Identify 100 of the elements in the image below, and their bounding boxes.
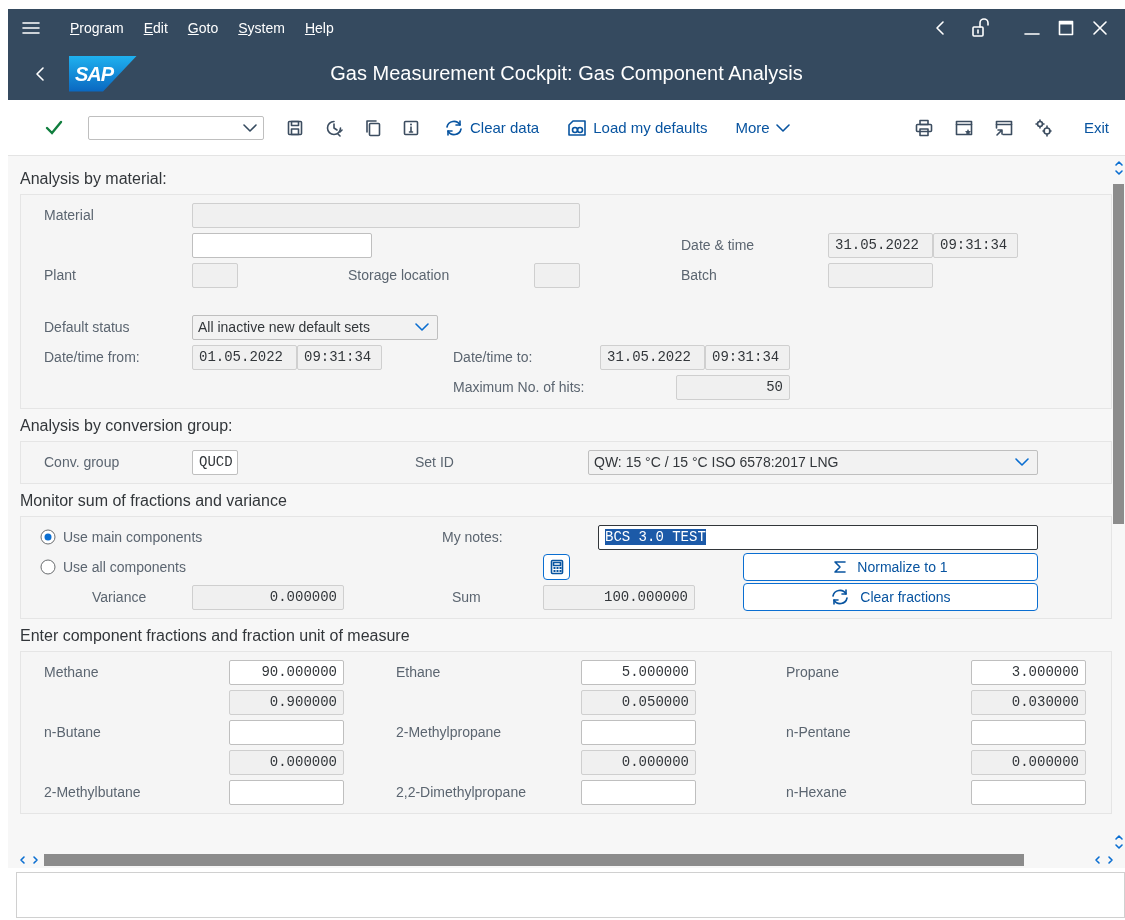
scroll-arrows-icon[interactable]: [1093, 855, 1115, 865]
input-field[interactable]: 50: [676, 374, 790, 400]
input-field[interactable]: 01.05.2022: [192, 344, 297, 370]
input-field[interactable]: 90.000000: [229, 659, 344, 685]
refresh-icon: [444, 118, 464, 137]
field-label: My notes:: [442, 529, 504, 545]
radio-icon[interactable]: [40, 559, 56, 575]
copy-icon[interactable]: [365, 118, 381, 137]
chevron-down-icon: [243, 122, 257, 133]
maximize-icon[interactable]: [1058, 20, 1074, 36]
input-field[interactable]: 0.900000: [229, 689, 344, 715]
input-field[interactable]: [581, 779, 696, 805]
scroll-arrows-icon[interactable]: [18, 855, 40, 865]
settings-icon[interactable]: [1035, 118, 1053, 137]
confirm-check-icon[interactable]: [45, 119, 63, 136]
menu-item[interactable]: Help: [294, 17, 344, 39]
chevron-down-icon: [775, 122, 790, 133]
padlock-icon[interactable]: [971, 18, 989, 38]
field-label: Set ID: [415, 454, 455, 470]
field-label: Sum: [452, 589, 482, 605]
save-icon[interactable]: [287, 119, 303, 136]
dropdown[interactable]: QW: 15 °C / 15 °C ISO 6578:2017 LNG: [588, 449, 1038, 475]
field-label: n-Hexane: [786, 784, 848, 800]
field-label: Plant: [44, 267, 77, 283]
field-label: Default status: [44, 319, 131, 335]
scroll-arrows-icon[interactable]: [1113, 158, 1124, 178]
info-icon[interactable]: [403, 119, 419, 136]
scroll-arrows-icon[interactable]: [1113, 832, 1124, 852]
field-label: n-Butane: [44, 724, 102, 740]
input-field[interactable]: [229, 719, 344, 745]
field-label: Date/time from:: [44, 349, 141, 365]
input-field[interactable]: [828, 262, 933, 288]
toolbar-button[interactable]: Load my defaults: [565, 116, 710, 139]
command-field[interactable]: [88, 115, 264, 140]
field-label: Date & time: [681, 237, 756, 253]
close-icon[interactable]: [1092, 20, 1108, 36]
logo: SAP: [69, 55, 137, 92]
input-field[interactable]: 0.000000: [229, 749, 344, 775]
toolbar-button[interactable]: Clear data: [442, 116, 542, 139]
input-field[interactable]: 0.000000: [581, 749, 696, 775]
menu-icon[interactable]: [22, 21, 40, 35]
window-arrow-icon[interactable]: [995, 118, 1013, 137]
input-field[interactable]: 31.05.2022: [828, 232, 933, 258]
field-label: Methane: [44, 664, 100, 680]
history-icon[interactable]: [325, 118, 343, 137]
section-title: Enter component fractions and fraction unit of measure: [20, 627, 411, 645]
input-field[interactable]: [192, 262, 238, 288]
radio-button[interactable]: Use all components: [40, 559, 300, 575]
back-icon[interactable]: [35, 65, 45, 82]
section-title: Analysis by conversion group:: [20, 417, 234, 435]
input-field[interactable]: [971, 779, 1086, 805]
input-field[interactable]: [192, 232, 372, 258]
input-field[interactable]: QUCD: [192, 449, 238, 475]
menu-item[interactable]: Goto: [177, 17, 229, 39]
field-label: n-Pentane: [786, 724, 852, 740]
input-field[interactable]: BCS 3.0 TEST: [598, 524, 1038, 550]
field-label: Variance: [92, 589, 148, 605]
chevron-left-icon[interactable]: [935, 20, 945, 36]
action-button[interactable]: Normalize to 1: [743, 553, 1038, 581]
toolbar-button[interactable]: More: [733, 117, 792, 138]
input-field[interactable]: [534, 262, 580, 288]
field-label: Conv. group: [44, 454, 121, 470]
action-button[interactable]: Clear fractions: [743, 583, 1038, 611]
menu-item[interactable]: System: [228, 17, 295, 39]
input-field[interactable]: [229, 779, 344, 805]
dropdown[interactable]: All inactive new default sets: [192, 314, 438, 340]
input-field[interactable]: 0.000000: [192, 584, 344, 610]
input-field[interactable]: 100.000000: [543, 584, 695, 610]
field-label: Batch: [681, 267, 718, 283]
input-field[interactable]: 09:31:34: [705, 344, 790, 370]
glasses-icon: [567, 118, 588, 137]
input-field[interactable]: 09:31:34: [933, 232, 1018, 258]
menu-item[interactable]: Edit: [133, 17, 178, 39]
sigma-icon: [833, 560, 848, 574]
menu-item[interactable]: Program: [60, 17, 134, 39]
calculator-button[interactable]: [543, 554, 570, 580]
input-field[interactable]: 3.000000: [971, 659, 1086, 685]
input-field[interactable]: [581, 719, 696, 745]
input-field[interactable]: 0.030000: [971, 689, 1086, 715]
input-field[interactable]: 31.05.2022: [600, 344, 705, 370]
input-field[interactable]: 0.000000: [971, 749, 1086, 775]
exit-button[interactable]: Exit: [1084, 119, 1109, 136]
field-label: 2,2-Dimethylpropane: [396, 784, 527, 800]
radio-icon[interactable]: [40, 529, 56, 545]
radio-button[interactable]: Use main components: [40, 529, 300, 545]
scrollbar-thumb[interactable]: [44, 854, 1024, 866]
chevron-down-icon: [1015, 457, 1029, 467]
input-field[interactable]: 0.050000: [581, 689, 696, 715]
field-label: Storage location: [348, 267, 451, 283]
input-field[interactable]: [971, 719, 1086, 745]
input-field[interactable]: [192, 202, 580, 228]
field-label: Ethane: [396, 664, 442, 680]
field-label: Maximum No. of hits:: [453, 379, 586, 395]
field-label: Propane: [786, 664, 840, 680]
input-field[interactable]: 5.000000: [581, 659, 696, 685]
field-label: 2-Methylbutane: [44, 784, 142, 800]
printer-icon[interactable]: [915, 118, 933, 137]
input-field[interactable]: 09:31:34: [297, 344, 382, 370]
refresh-icon: [830, 588, 851, 606]
scrollbar-thumb[interactable]: [1113, 184, 1124, 524]
